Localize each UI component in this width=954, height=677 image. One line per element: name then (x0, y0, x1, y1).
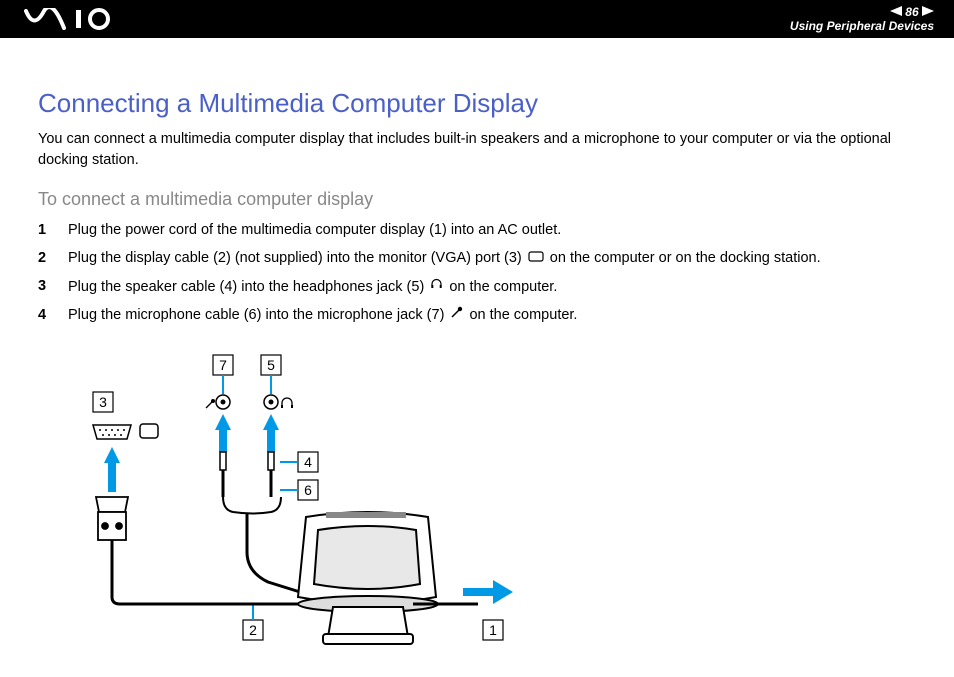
vaio-logo (24, 8, 134, 30)
vga-cable (112, 540, 298, 604)
diagram-label-6: 6 (304, 482, 312, 498)
audio-cable (247, 514, 300, 592)
step-text: Plug the display cable (2) (not supplied… (68, 250, 821, 266)
step-list: Plug the power cord of the multimedia co… (38, 220, 916, 327)
connection-diagram: 3 7 5 4 6 2 (68, 352, 916, 657)
page-title: Connecting a Multimedia Computer Display (38, 88, 916, 119)
monitor-port-icon (528, 248, 544, 270)
step-item: Plug the power cord of the multimedia co… (38, 220, 916, 242)
page-number: 86 (905, 5, 918, 19)
step-item: Plug the speaker cable (4) into the head… (38, 276, 916, 298)
header-nav: 86 Using Peripheral Devices (790, 5, 934, 33)
diagram-label-4: 4 (304, 454, 312, 470)
section-title: Using Peripheral Devices (790, 19, 934, 33)
headphones-icon (430, 276, 443, 298)
procedure-title: To connect a multimedia computer display (38, 189, 916, 210)
step-item: Plug the microphone cable (6) into the m… (38, 305, 916, 327)
diagram-label-3: 3 (99, 394, 107, 410)
step-item: Plug the display cable (2) (not supplied… (38, 248, 916, 270)
arrow-up-icon (215, 414, 231, 452)
diagram-label-1: 1 (489, 622, 497, 638)
mic-jack-icon (206, 395, 230, 409)
arrow-up-icon (263, 414, 279, 452)
diagram-label-2: 2 (249, 622, 257, 638)
crt-monitor (298, 512, 438, 644)
step-text: Plug the microphone cable (6) into the m… (68, 307, 577, 323)
vga-port-icon (93, 424, 158, 439)
header-bar: 86 Using Peripheral Devices (0, 0, 954, 38)
headphone-jack-icon (264, 395, 293, 409)
intro-text: You can connect a multimedia computer di… (38, 129, 916, 171)
step-text: Plug the power cord of the multimedia co… (68, 222, 561, 238)
page-content: Connecting a Multimedia Computer Display… (0, 38, 954, 677)
step-text: Plug the speaker cable (4) into the head… (68, 279, 557, 295)
microphone-icon (450, 305, 463, 327)
diagram-label-5: 5 (267, 357, 275, 373)
vga-connector (96, 497, 128, 540)
prev-page-arrow[interactable] (890, 5, 902, 19)
arrow-right-icon (463, 580, 513, 604)
next-page-arrow[interactable] (922, 5, 934, 19)
arrow-up-icon (104, 447, 120, 492)
diagram-label-7: 7 (219, 357, 227, 373)
